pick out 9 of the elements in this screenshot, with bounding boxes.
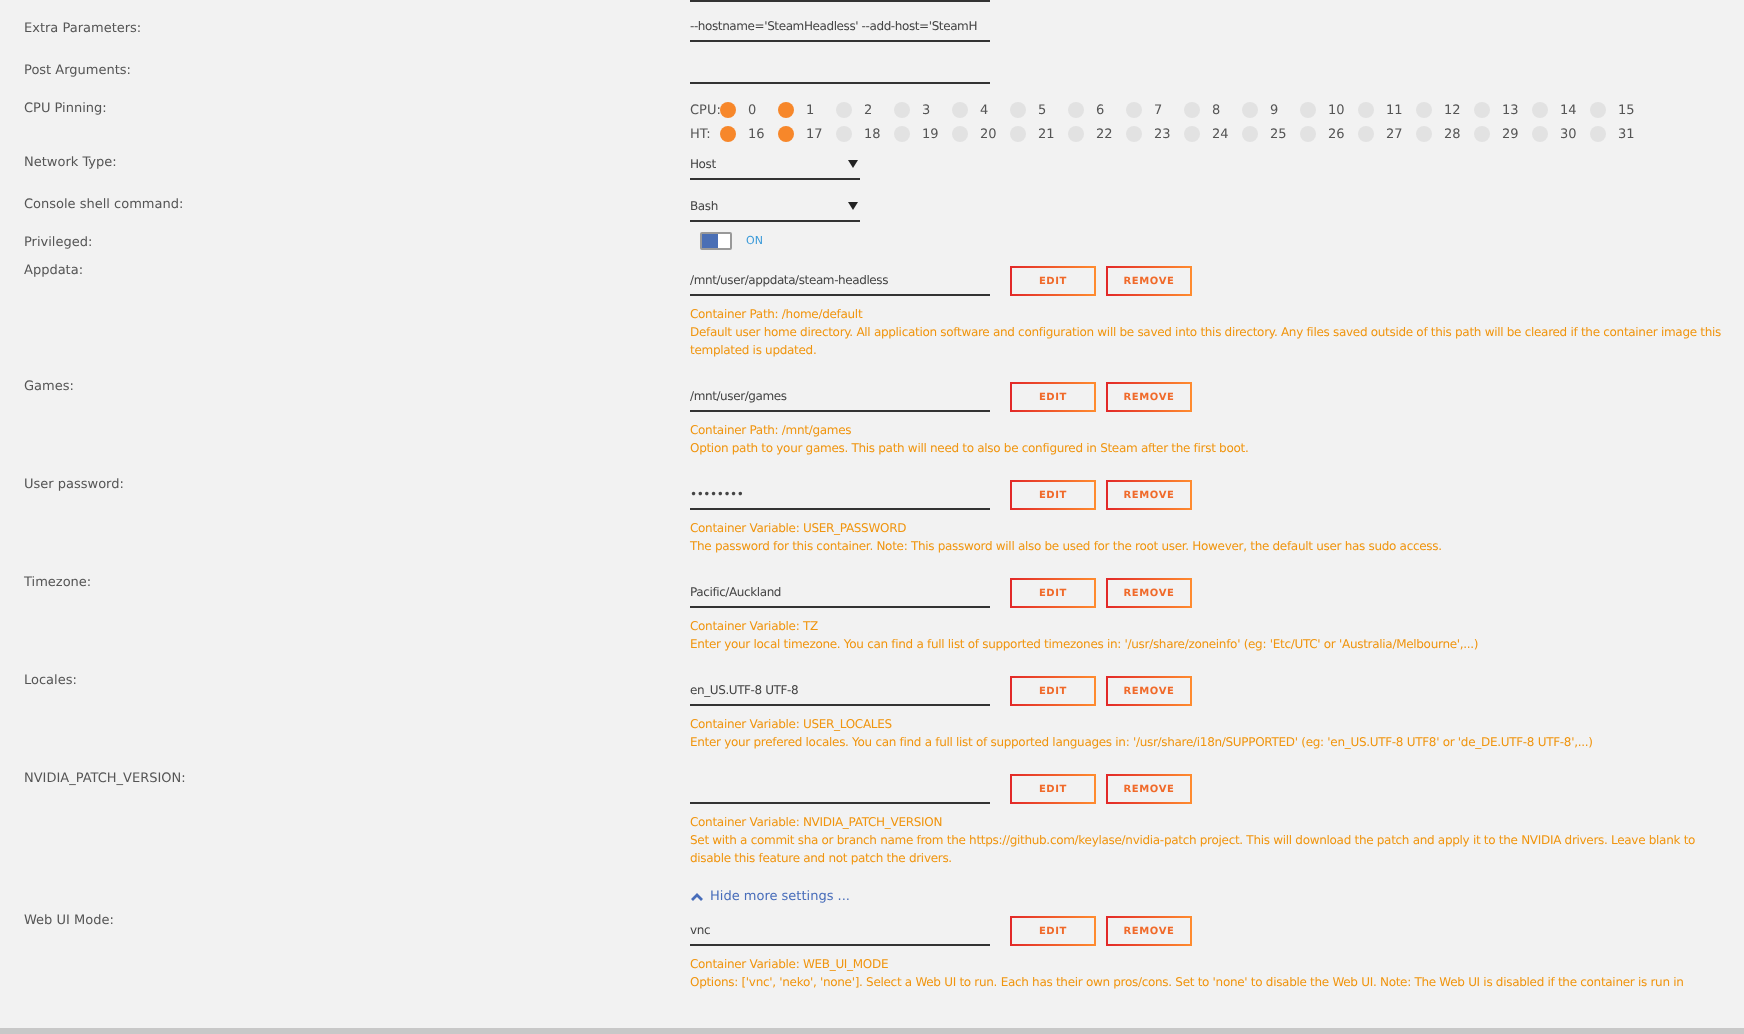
chevron-up-icon — [690, 891, 704, 901]
cpu-core-checkbox[interactable] — [778, 102, 794, 118]
cpu-core-checkbox[interactable] — [720, 126, 736, 142]
cpu-core-checkbox[interactable] — [778, 126, 794, 142]
horizontal-scrollbar[interactable] — [0, 1028, 1744, 1034]
dropdown-caret-icon — [848, 160, 858, 168]
cpu-core-checkbox[interactable] — [720, 102, 736, 118]
toggle-switch[interactable] — [700, 232, 732, 250]
dropdown-caret-icon — [848, 202, 858, 210]
